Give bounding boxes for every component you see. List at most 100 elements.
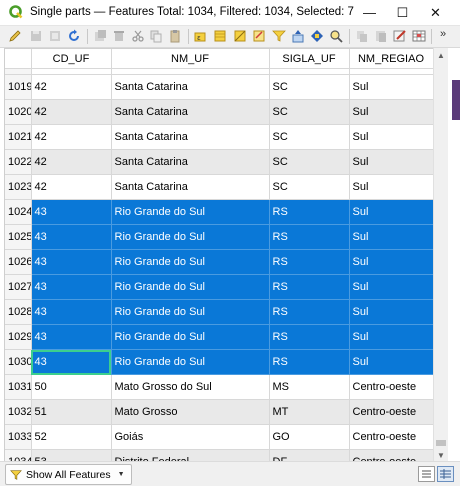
add-feature-icon[interactable] [93,29,107,43]
row-number[interactable]: 1023 [5,174,32,200]
table-cell-cd-uf[interactable]: 43 [31,324,112,350]
table-cell-sigla-uf[interactable]: SC [269,149,350,175]
corner-header[interactable] [5,49,32,69]
table-row[interactable]: 1023 42 Santa Catarina SC Sul [5,174,433,200]
vertical-scrollbar[interactable]: ▲ ▼ [433,48,448,462]
table-cell-nm-regiao[interactable]: Sul [349,74,433,100]
move-selection-top-icon[interactable] [291,29,305,43]
paste-cells-icon[interactable] [374,29,388,43]
table-cell-nm-regiao[interactable]: Sul [349,299,433,325]
table-cell-sigla-uf[interactable]: SC [269,174,350,200]
deselect-icon[interactable] [252,29,266,43]
table-cell-nm-regiao[interactable]: Centro-oeste [349,374,433,400]
row-number[interactable]: 1022 [5,149,32,175]
maximize-button[interactable]: ☐ [386,0,419,25]
pan-to-selection-icon[interactable] [310,29,324,43]
table-cell-nm-uf[interactable]: Rio Grande do Sul [111,349,270,375]
column-header[interactable]: SIGLA_UF [269,49,350,69]
table-cell-nm-regiao[interactable]: Centro-oeste [349,424,433,450]
table-row[interactable]: 1027 43 Rio Grande do Sul RS Sul [5,274,433,300]
table-cell-nm-uf[interactable]: Mato Grosso do Sul [111,374,270,400]
table-row[interactable]: 1032 51 Mato Grosso MT Centro-oeste [5,399,433,425]
table-cell-cd-uf[interactable]: 51 [31,399,112,425]
row-number[interactable]: 1024 [5,199,32,225]
row-number[interactable]: 1027 [5,274,32,300]
table-cell-nm-regiao[interactable]: Sul [349,349,433,375]
table-cell-nm-uf[interactable]: Santa Catarina [111,174,270,200]
column-header[interactable]: NM_UF [111,49,270,69]
table-cell-nm-regiao[interactable]: Sul [349,224,433,250]
table-cell-sigla-uf[interactable]: GO [269,424,350,450]
table-cell-sigla-uf[interactable]: RS [269,249,350,275]
table-row[interactable]: 1028 43 Rio Grande do Sul RS Sul [5,299,433,325]
table-cell-sigla-uf[interactable]: MS [269,374,350,400]
more-icon[interactable]: » [440,28,454,42]
copy-icon[interactable] [149,29,163,43]
table-cell-nm-regiao[interactable]: Sul [349,249,433,275]
table-row[interactable]: 1019 42 Santa Catarina SC Sul [5,74,433,100]
select-expression-icon[interactable]: ε [194,29,208,43]
row-number[interactable]: 1031 [5,374,32,400]
row-number[interactable]: 1021 [5,124,32,150]
table-cell-nm-regiao[interactable]: Centro-oeste [349,399,433,425]
table-cell-nm-uf[interactable]: Rio Grande do Sul [111,324,270,350]
table-cell-cd-uf[interactable]: 43 [31,199,112,225]
reload-icon[interactable] [48,29,62,43]
table-row[interactable]: 1026 43 Rio Grande do Sul RS Sul [5,249,433,275]
field-calculator-icon[interactable] [393,29,407,43]
scrollbar-thumb[interactable] [436,440,446,446]
row-number[interactable]: 1032 [5,399,32,425]
table-view-button[interactable] [437,466,454,482]
table-cell-sigla-uf[interactable]: SC [269,124,350,150]
table-cell-sigla-uf[interactable]: SC [269,74,350,100]
table-cell-nm-uf[interactable]: Rio Grande do Sul [111,224,270,250]
table-cell-cd-uf[interactable]: 43 [31,349,112,375]
scroll-down-icon[interactable]: ▼ [434,448,448,462]
row-number[interactable]: 1033 [5,424,32,450]
table-cell-cd-uf[interactable]: 52 [31,424,112,450]
show-features-filter-button[interactable]: Show All Features ▼ [5,464,132,485]
minimize-button[interactable]: — [353,0,386,25]
table-cell-nm-regiao[interactable]: Sul [349,174,433,200]
table-cell-sigla-uf[interactable]: RS [269,224,350,250]
form-view-button[interactable] [418,466,435,482]
table-cell-nm-regiao[interactable]: Sul [349,274,433,300]
select-all-icon[interactable] [213,29,227,43]
table-row[interactable]: 1022 42 Santa Catarina SC Sul [5,149,433,175]
table-cell-nm-regiao[interactable]: Sul [349,324,433,350]
column-header[interactable]: CD_UF [31,49,112,69]
row-number[interactable]: 1026 [5,249,32,275]
table-cell-nm-regiao[interactable]: Sul [349,199,433,225]
table-cell-sigla-uf[interactable]: SC [269,99,350,125]
close-button[interactable]: ✕ [419,0,452,25]
zoom-to-selection-icon[interactable] [329,29,343,43]
table-cell-cd-uf[interactable]: 43 [31,224,112,250]
row-number[interactable]: 1030 [5,349,32,375]
table-cell-nm-uf[interactable]: Santa Catarina [111,149,270,175]
table-cell-cd-uf[interactable]: 43 [31,249,112,275]
table-cell-cd-uf[interactable]: 42 [31,174,112,200]
table-cell-sigla-uf[interactable]: RS [269,324,350,350]
table-cell-nm-uf[interactable]: Santa Catarina [111,124,270,150]
row-number[interactable]: 1025 [5,224,32,250]
save-edits-icon[interactable] [29,29,43,43]
table-cell-cd-uf[interactable]: 43 [31,299,112,325]
invert-selection-icon[interactable] [233,29,247,43]
table-cell-sigla-uf[interactable]: RS [269,299,350,325]
table-cell-cd-uf[interactable]: 43 [31,274,112,300]
filter-icon[interactable] [272,29,286,43]
table-row[interactable]: 1021 42 Santa Catarina SC Sul [5,124,433,150]
table-row[interactable]: 1020 42 Santa Catarina SC Sul [5,99,433,125]
table-cell-cd-uf[interactable]: 42 [31,149,112,175]
table-cell-nm-uf[interactable]: Rio Grande do Sul [111,299,270,325]
table-cell-nm-regiao[interactable]: Sul [349,149,433,175]
table-cell-nm-uf[interactable]: Rio Grande do Sul [111,274,270,300]
paste-icon[interactable] [168,29,182,43]
table-cell-nm-uf[interactable]: Santa Catarina [111,99,270,125]
row-number[interactable]: 1029 [5,324,32,350]
copy-cells-icon[interactable] [355,29,369,43]
row-number[interactable]: 1028 [5,299,32,325]
attribute-table[interactable]: CD_UF NM_UF SIGLA_UF NM_REGIAO 1019 42 San… [4,48,434,462]
table-row[interactable]: 1031 50 Mato Grosso do Sul MS Centro-oeste [5,374,433,400]
table-cell-nm-uf[interactable]: Santa Catarina [111,74,270,100]
